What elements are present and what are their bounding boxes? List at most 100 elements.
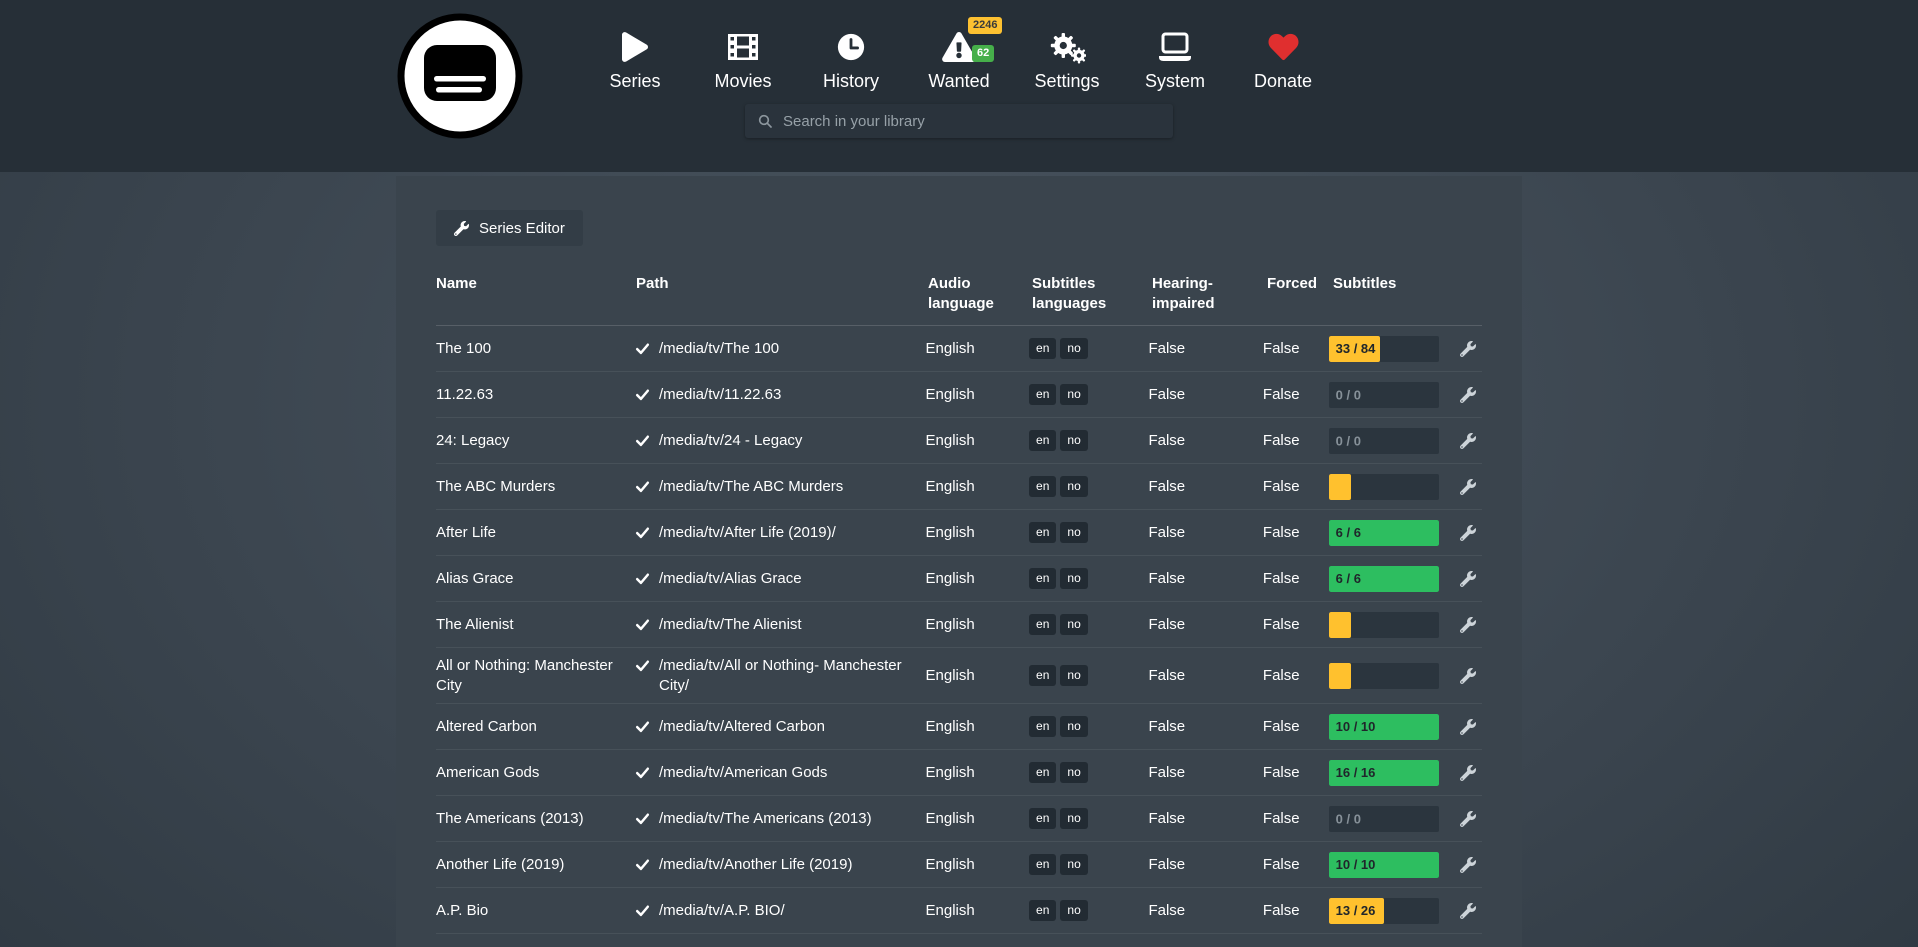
subtitles-languages: enno <box>1029 568 1148 588</box>
series-name[interactable]: Altered Carbon <box>436 718 537 735</box>
wrench-icon <box>1460 571 1476 587</box>
audio-language: English <box>926 524 975 541</box>
audio-language: English <box>926 432 975 449</box>
hearing-impaired-value: False <box>1148 478 1185 495</box>
edit-series-button[interactable] <box>1456 613 1480 637</box>
edit-series-button[interactable] <box>1456 429 1480 453</box>
hearing-impaired-value: False <box>1148 856 1185 873</box>
hearing-impaired-value: False <box>1148 386 1185 403</box>
heart-icon <box>1267 30 1300 64</box>
language-badge: en <box>1029 854 1056 874</box>
language-badge: no <box>1060 476 1087 496</box>
series-name[interactable]: The Alienist <box>436 616 514 633</box>
header-path: Path <box>636 274 928 313</box>
series-name[interactable]: All or Nothing: Manchester City <box>436 657 613 694</box>
table-row: 11.22.63 /media/tv/11.22.63 English enno… <box>436 372 1482 418</box>
edit-series-button[interactable] <box>1456 715 1480 739</box>
wrench-icon <box>1460 668 1476 684</box>
hearing-impaired-value: False <box>1148 616 1185 633</box>
edit-series-button[interactable] <box>1456 807 1480 831</box>
language-badge: no <box>1060 614 1087 634</box>
series-name[interactable]: 24: Legacy <box>436 432 509 449</box>
series-path: /media/tv/Altered Carbon <box>659 717 825 737</box>
audio-language: English <box>926 616 975 633</box>
subtitles-progress-fill: 10 / 10 <box>1329 714 1439 740</box>
series-name[interactable]: A.P. Bio <box>436 902 488 919</box>
forced-value: False <box>1263 667 1300 684</box>
table-row: The ABC Murders /media/tv/The ABC Murder… <box>436 464 1482 510</box>
edit-series-button[interactable] <box>1456 383 1480 407</box>
series-name[interactable]: The Americans (2013) <box>436 810 584 827</box>
film-icon <box>727 30 759 64</box>
subtitles-languages: enno <box>1029 384 1148 404</box>
subtitles-languages: enno <box>1029 476 1148 496</box>
edit-series-button[interactable] <box>1456 567 1480 591</box>
table-row: Alias Grace /media/tv/Alias Grace Englis… <box>436 556 1482 602</box>
nav-item-settings[interactable]: Settings <box>1013 30 1121 92</box>
language-badge: en <box>1029 476 1056 496</box>
series-path: /media/tv/All or Nothing- Manchester Cit… <box>659 656 914 695</box>
audio-language: English <box>926 667 975 684</box>
table-row: American Gods /media/tv/American Gods En… <box>436 750 1482 796</box>
subtitles-languages: enno <box>1029 430 1148 450</box>
check-icon <box>635 719 650 734</box>
nav-item-movies[interactable]: Movies <box>689 30 797 92</box>
series-path: /media/tv/The Americans (2013) <box>659 809 872 829</box>
edit-series-button[interactable] <box>1456 337 1480 361</box>
language-badge: en <box>1029 716 1056 736</box>
subtitles-progress-empty-label: 0 / 0 <box>1336 387 1361 402</box>
header-actions <box>1461 274 1482 313</box>
series-name[interactable]: Another Life (2019) <box>436 856 564 873</box>
subtitles-progress-fill: 13 / 26 <box>1329 898 1384 924</box>
check-icon <box>635 525 650 540</box>
language-badge: en <box>1029 808 1056 828</box>
language-badge: no <box>1060 568 1087 588</box>
hearing-impaired-value: False <box>1148 340 1185 357</box>
header-forced: Forced <box>1267 274 1333 313</box>
subtitles-progress-bar: 6 / 6 <box>1329 520 1439 546</box>
forced-value: False <box>1263 616 1300 633</box>
edit-series-button[interactable] <box>1456 475 1480 499</box>
edit-series-button[interactable] <box>1456 664 1480 688</box>
subtitles-progress-fill <box>1329 612 1351 638</box>
series-path: /media/tv/A.P. BIO/ <box>659 901 785 921</box>
series-path: /media/tv/The 100 <box>659 339 779 359</box>
check-icon <box>635 571 650 586</box>
language-badge: no <box>1060 854 1087 874</box>
nav-item-series[interactable]: Series <box>581 30 689 92</box>
wrench-icon <box>1460 903 1476 919</box>
hearing-impaired-value: False <box>1148 667 1185 684</box>
edit-series-button[interactable] <box>1456 761 1480 785</box>
series-name[interactable]: American Gods <box>436 764 539 781</box>
nav-item-history[interactable]: History <box>797 30 905 92</box>
edit-series-button[interactable] <box>1456 853 1480 877</box>
table-row: Another Life (2019) /media/tv/Another Li… <box>436 842 1482 888</box>
forced-value: False <box>1263 386 1300 403</box>
series-name[interactable]: After Life <box>436 524 496 541</box>
edit-series-button[interactable] <box>1456 899 1480 923</box>
series-path: /media/tv/The ABC Murders <box>659 477 843 497</box>
search-input[interactable] <box>783 113 1161 130</box>
check-icon <box>635 658 650 673</box>
series-path: /media/tv/11.22.63 <box>659 385 781 405</box>
language-badge: no <box>1060 665 1087 685</box>
subtitles-progress-label: 13 / 26 <box>1329 903 1376 918</box>
series-name[interactable]: The 100 <box>436 340 491 357</box>
table-row: A.P. Bio /media/tv/A.P. BIO/ English enn… <box>436 888 1482 934</box>
series-name[interactable]: 11.22.63 <box>436 386 493 403</box>
hearing-impaired-value: False <box>1148 718 1185 735</box>
bazarr-logo[interactable] <box>396 12 524 140</box>
series-editor-button[interactable]: Series Editor <box>436 210 583 246</box>
subtitles-progress-bar: 33 / 84 <box>1329 336 1439 362</box>
series-name[interactable]: Alias Grace <box>436 570 514 587</box>
nav-item-wanted[interactable]: 2246 62 Wanted <box>905 30 1013 92</box>
edit-series-button[interactable] <box>1456 521 1480 545</box>
language-badge: no <box>1060 808 1087 828</box>
nav-item-donate[interactable]: Donate <box>1229 30 1337 92</box>
subtitles-progress-fill: 16 / 16 <box>1329 760 1439 786</box>
check-icon <box>635 857 650 872</box>
forced-value: False <box>1263 902 1300 919</box>
language-badge: en <box>1029 762 1056 782</box>
series-name[interactable]: The ABC Murders <box>436 478 555 495</box>
nav-item-system[interactable]: System <box>1121 30 1229 92</box>
